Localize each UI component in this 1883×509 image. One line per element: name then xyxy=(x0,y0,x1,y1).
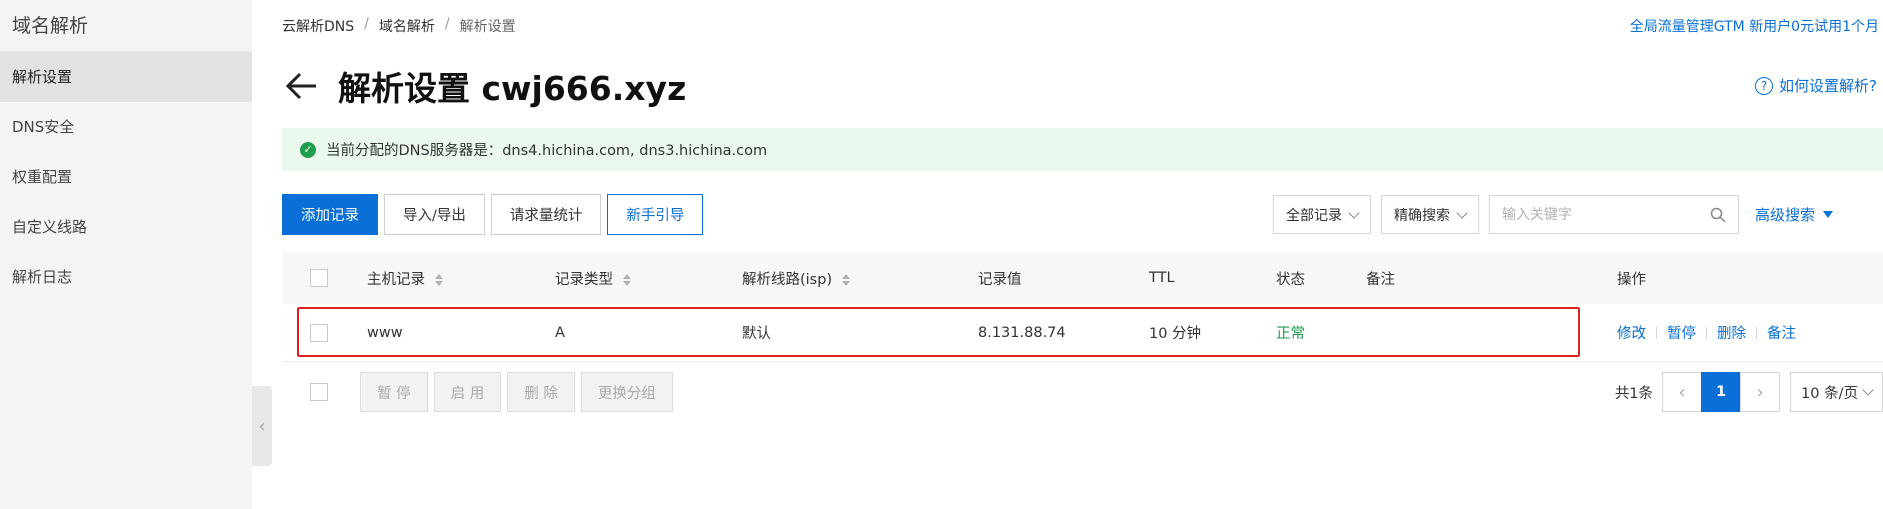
page-number-current[interactable]: 1 xyxy=(1701,372,1742,412)
page-size-select[interactable]: 10 条/页 xyxy=(1790,372,1883,412)
column-header-line[interactable]: 解析线路(isp) xyxy=(742,268,850,289)
sort-icon xyxy=(435,274,443,286)
table-header: 主机记录 记录类型 解析线路(isp) 记录值 TTL 状态 备注 操作 xyxy=(282,252,1883,304)
sidebar-item-dns-security[interactable]: DNS安全 xyxy=(0,102,252,152)
advanced-search-label: 高级搜索 xyxy=(1755,206,1816,224)
help-link[interactable]: ? 如何设置解析? xyxy=(1755,75,1877,96)
dns-server-notice: ✓ 当前分配的DNS服务器是：dns4.hichina.com, dns3.hi… xyxy=(282,128,1883,171)
chevron-left-icon: ‹ xyxy=(1678,381,1686,403)
select-all-checkbox[interactable] xyxy=(310,269,328,287)
breadcrumb-separator: / xyxy=(364,16,369,32)
column-header-remark: 备注 xyxy=(1366,271,1395,288)
search-box xyxy=(1489,195,1739,234)
bulk-change-group-button[interactable]: 更换分组 xyxy=(580,372,673,412)
pause-link[interactable]: 暂停 xyxy=(1667,322,1696,343)
advanced-search-toggle[interactable]: 高级搜索 xyxy=(1755,204,1834,225)
cell-status: 正常 xyxy=(1276,326,1305,342)
total-count: 共1条 xyxy=(1614,385,1654,402)
sidebar: 域名解析 解析设置 DNS安全 权重配置 自定义线路 解析日志 xyxy=(0,0,252,509)
column-header-host-label: 主机记录 xyxy=(367,271,425,288)
remark-link[interactable]: 备注 xyxy=(1767,322,1796,343)
column-header-line-label: 解析线路(isp) xyxy=(742,271,833,288)
bulk-enable-button[interactable]: 启 用 xyxy=(433,372,502,412)
next-page-button[interactable]: › xyxy=(1740,372,1781,412)
column-header-value: 记录值 xyxy=(978,271,1022,288)
breadcrumb-separator: / xyxy=(444,16,450,32)
cell-ttl: 10 分钟 xyxy=(1149,326,1202,342)
column-header-ops: 操作 xyxy=(1617,271,1646,288)
check-circle-icon: ✓ xyxy=(300,141,316,158)
chevron-down-icon xyxy=(1862,384,1874,396)
column-header-status: 状态 xyxy=(1276,271,1305,288)
bulk-delete-button[interactable]: 删 除 xyxy=(507,372,575,412)
table-row: www A 默认 8.131.88.74 10 分钟 正常 修改 暂停 删除 备… xyxy=(282,304,1883,362)
caret-down-icon xyxy=(1823,211,1834,218)
row-actions: 修改 暂停 删除 备注 xyxy=(1617,322,1796,343)
divider xyxy=(1706,326,1707,339)
table-footer: 暂 停 启 用 删 除 更换分组 共1条 ‹ 1 › 10 条/页 xyxy=(282,372,1883,414)
column-header-type[interactable]: 记录类型 xyxy=(555,268,631,289)
bulk-actions: 暂 停 启 用 删 除 更换分组 xyxy=(360,372,673,412)
chevron-right-icon: › xyxy=(1756,381,1764,403)
back-arrow-icon[interactable] xyxy=(282,66,322,106)
sort-icon xyxy=(623,274,631,286)
breadcrumb: 云解析DNS / 域名解析 / 解析设置 xyxy=(282,16,516,36)
breadcrumb-item-cloud-dns[interactable]: 云解析DNS xyxy=(282,16,354,36)
column-header-host[interactable]: 主机记录 xyxy=(367,268,443,289)
dns-record-table: 主机记录 记录类型 解析线路(isp) 记录值 TTL 状态 备注 操作 www… xyxy=(282,252,1883,362)
cell-line: 默认 xyxy=(742,326,771,342)
sidebar-item-dns-settings[interactable]: 解析设置 xyxy=(0,52,252,102)
record-toolbar: 添加记录 导入/导出 请求量统计 新手引导 xyxy=(282,194,704,235)
record-filter-value: 全部记录 xyxy=(1286,207,1342,224)
import-export-button[interactable]: 导入/导出 xyxy=(384,194,485,235)
pagination: 共1条 ‹ 1 › 10 条/页 xyxy=(1615,372,1883,412)
dns-server-notice-text: 当前分配的DNS服务器是：dns4.hichina.com, dns3.hich… xyxy=(326,143,768,159)
search-mode-select[interactable]: 精确搜索 xyxy=(1381,195,1479,234)
sidebar-item-weight-config[interactable]: 权重配置 xyxy=(0,152,252,202)
cell-value: 8.131.88.74 xyxy=(978,324,1066,341)
page-header: 解析设置 cwj666.xyz xyxy=(282,62,686,110)
sidebar-collapse-handle[interactable]: ‹ xyxy=(252,386,272,466)
sidebar-item-custom-line[interactable]: 自定义线路 xyxy=(0,202,252,252)
edit-link[interactable]: 修改 xyxy=(1617,322,1646,343)
search-icon[interactable] xyxy=(1710,207,1726,223)
prev-page-button[interactable]: ‹ xyxy=(1662,372,1703,412)
question-circle-icon: ? xyxy=(1755,76,1774,95)
chevron-down-icon xyxy=(1456,206,1468,219)
beginner-guide-button[interactable]: 新手引导 xyxy=(607,194,704,235)
page-title: 解析设置 cwj666.xyz xyxy=(338,69,687,108)
filter-area: 全部记录 精确搜索 高级搜索 xyxy=(1273,195,1834,234)
search-mode-value: 精确搜索 xyxy=(1394,207,1450,224)
divider xyxy=(1656,326,1657,339)
chevron-left-icon: ‹ xyxy=(258,415,266,437)
sidebar-title: 域名解析 xyxy=(0,0,252,52)
column-header-type-label: 记录类型 xyxy=(555,271,613,288)
column-header-ttl: TTL xyxy=(1149,270,1175,286)
search-input[interactable] xyxy=(1502,206,1692,223)
help-link-label: 如何设置解析? xyxy=(1779,77,1877,95)
cell-host: www xyxy=(367,324,403,341)
divider xyxy=(1756,326,1757,339)
chevron-down-icon xyxy=(1348,206,1360,219)
record-filter-select[interactable]: 全部记录 xyxy=(1273,195,1371,234)
footer-select-all-checkbox[interactable] xyxy=(310,383,328,401)
gtm-promo-link[interactable]: 全局流量管理GTM 新用户0元试用1个月 xyxy=(1630,16,1879,36)
breadcrumb-item-domain-dns[interactable]: 域名解析 xyxy=(379,16,435,36)
sidebar-item-dns-log[interactable]: 解析日志 xyxy=(0,252,252,302)
request-stats-button[interactable]: 请求量统计 xyxy=(490,194,602,235)
add-record-button[interactable]: 添加记录 xyxy=(282,194,378,235)
bulk-pause-button[interactable]: 暂 停 xyxy=(360,372,428,412)
cell-type: A xyxy=(555,324,565,341)
page-size-value: 10 条/页 xyxy=(1801,385,1858,402)
row-checkbox[interactable] xyxy=(310,323,328,342)
delete-link[interactable]: 删除 xyxy=(1717,322,1746,343)
breadcrumb-item-current: 解析设置 xyxy=(459,19,516,35)
sort-icon xyxy=(842,274,850,286)
